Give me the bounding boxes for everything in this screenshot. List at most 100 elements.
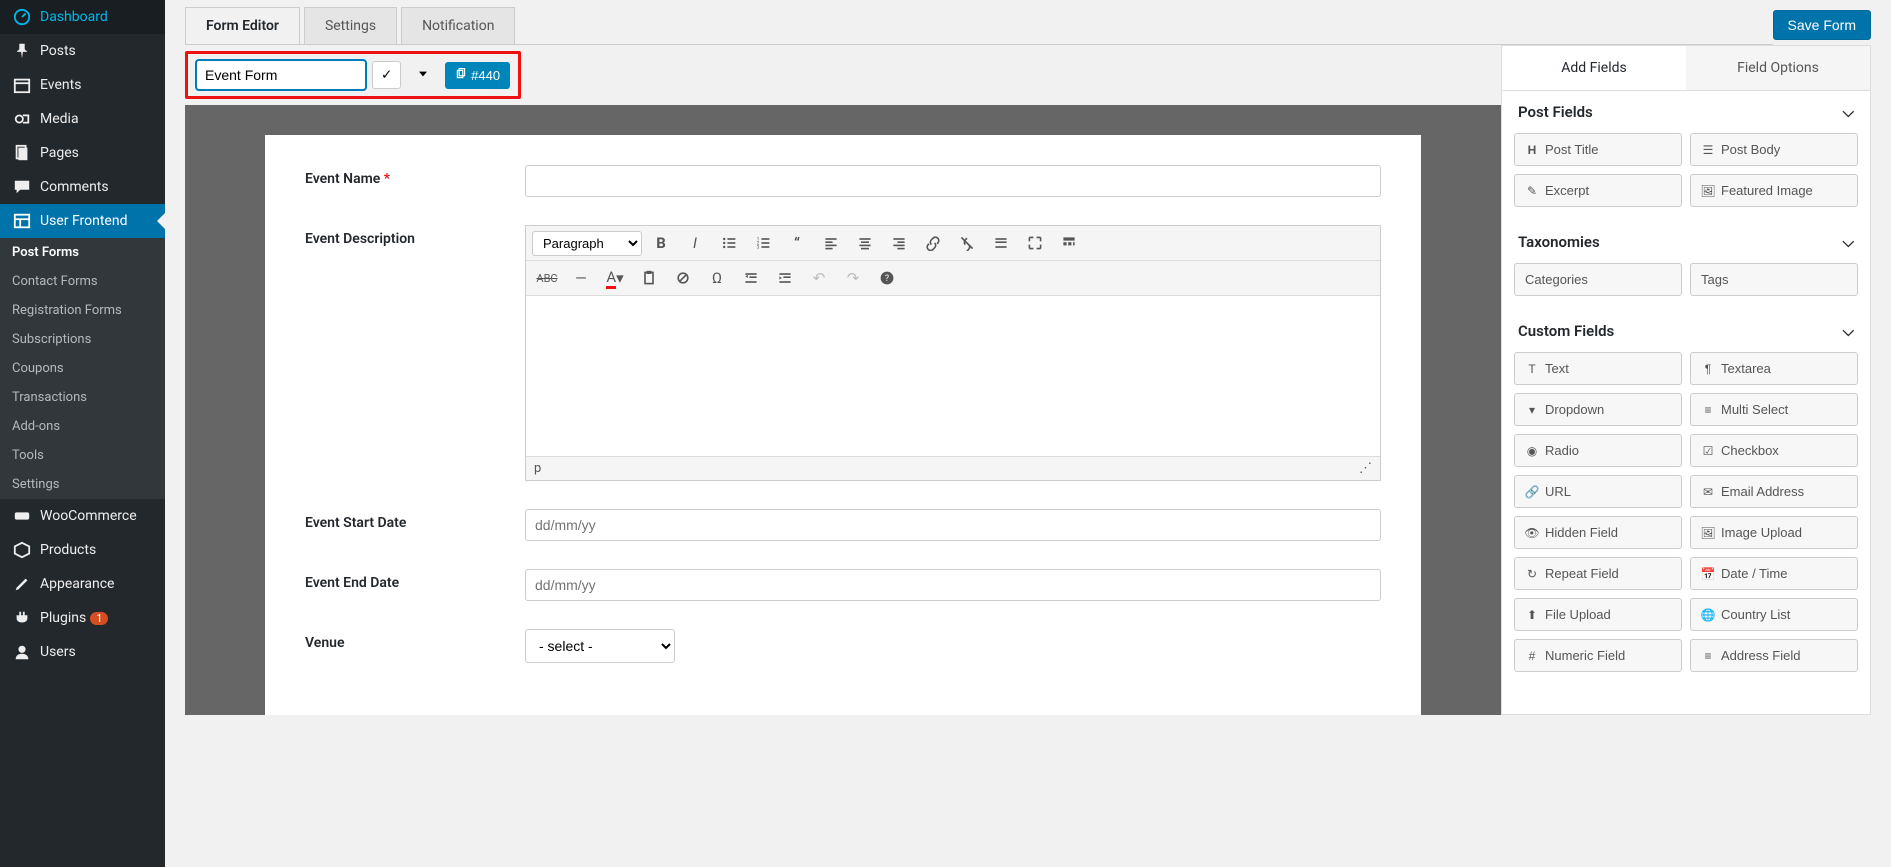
bold-button[interactable]: B xyxy=(646,230,676,256)
section-post-fields[interactable]: Post Fields⌵ xyxy=(1502,91,1870,133)
field-radio[interactable]: ◉Radio xyxy=(1514,434,1682,467)
submenu-coupons[interactable]: Coupons xyxy=(0,354,165,383)
italic-button[interactable]: I xyxy=(680,230,710,256)
input-event-name[interactable] xyxy=(525,165,1381,197)
form-id-badge[interactable]: #440 xyxy=(445,62,510,89)
sidebar-item-users[interactable]: Users xyxy=(0,635,165,669)
svg-text:3: 3 xyxy=(757,245,760,251)
save-form-button[interactable]: Save Form xyxy=(1773,10,1871,40)
title-confirm-button[interactable]: ✓ xyxy=(372,61,401,89)
image-icon: 🖼 xyxy=(1701,184,1715,198)
excerpt-icon: ✎ xyxy=(1525,184,1539,198)
submenu-settings[interactable]: Settings xyxy=(0,470,165,499)
label-event-description: Event Description xyxy=(305,225,525,481)
canvas-scroll[interactable]: Event Name * Event Description Paragraph… xyxy=(185,105,1501,715)
field-hidden[interactable]: 👁Hidden Field xyxy=(1514,516,1682,549)
tab-settings[interactable]: Settings xyxy=(304,7,397,44)
special-char-button[interactable]: Ω xyxy=(702,265,732,291)
blockquote-button[interactable]: “ xyxy=(782,230,812,256)
submenu-contact-forms[interactable]: Contact Forms xyxy=(0,267,165,296)
submenu-transactions[interactable]: Transactions xyxy=(0,383,165,412)
horizontal-rule-button[interactable]: — xyxy=(566,265,596,291)
link-button[interactable] xyxy=(918,230,948,256)
field-post-title[interactable]: HPost Title xyxy=(1514,133,1682,166)
woo-icon xyxy=(12,507,32,525)
help-button[interactable]: ? xyxy=(872,265,902,291)
sidebar-item-media[interactable]: Media xyxy=(0,102,165,136)
sidebar-item-events[interactable]: Events xyxy=(0,68,165,102)
field-checkbox[interactable]: ☑Checkbox xyxy=(1690,434,1858,467)
sidebar-item-comments[interactable]: Comments xyxy=(0,170,165,204)
insert-more-button[interactable] xyxy=(986,230,1016,256)
field-email[interactable]: ✉Email Address xyxy=(1690,475,1858,508)
section-custom-fields[interactable]: Custom Fields⌵ xyxy=(1502,310,1870,352)
select-venue[interactable]: - select - xyxy=(525,629,675,663)
bullet-list-button[interactable] xyxy=(714,230,744,256)
field-featured-image[interactable]: 🖼Featured Image xyxy=(1690,174,1858,207)
unlink-button[interactable] xyxy=(952,230,982,256)
rte-content[interactable] xyxy=(526,296,1380,456)
panel-tab-add-fields[interactable]: Add Fields xyxy=(1502,46,1686,90)
label: Plugins xyxy=(40,610,86,626)
sidebar-item-woocommerce[interactable]: WooCommerce xyxy=(0,499,165,533)
field-tags[interactable]: Tags xyxy=(1690,263,1858,296)
field-text[interactable]: TText xyxy=(1514,352,1682,385)
tab-notification[interactable]: Notification xyxy=(401,7,515,44)
clear-formatting-button[interactable] xyxy=(668,265,698,291)
outdent-button[interactable] xyxy=(736,265,766,291)
dropdown-icon: ▾ xyxy=(1525,403,1539,417)
submenu-registration-forms[interactable]: Registration Forms xyxy=(0,296,165,325)
submenu-subscriptions[interactable]: Subscriptions xyxy=(0,325,165,354)
field-multiselect[interactable]: ≡Multi Select xyxy=(1690,393,1858,426)
field-address[interactable]: ≡Address Field xyxy=(1690,639,1858,672)
undo-button[interactable]: ↶ xyxy=(804,265,834,291)
rte-path: p xyxy=(534,461,541,476)
field-categories[interactable]: Categories xyxy=(1514,263,1682,296)
field-country[interactable]: 🌐Country List xyxy=(1690,598,1858,631)
submenu-tools[interactable]: Tools xyxy=(0,441,165,470)
text-color-button[interactable]: A ▾ xyxy=(600,265,630,291)
panel-tab-field-options[interactable]: Field Options xyxy=(1686,46,1870,90)
sidebar-item-products[interactable]: Products xyxy=(0,533,165,567)
sidebar-item-dashboard[interactable]: Dashboard xyxy=(0,0,165,34)
chevron-down-icon: ⌵ xyxy=(1843,322,1854,340)
sidebar-item-pages[interactable]: Pages xyxy=(0,136,165,170)
numbered-list-button[interactable]: 123 xyxy=(748,230,778,256)
field-file-upload[interactable]: ⬆File Upload xyxy=(1514,598,1682,631)
title-dropdown-button[interactable] xyxy=(407,61,439,90)
field-numeric[interactable]: #Numeric Field xyxy=(1514,639,1682,672)
sidebar-item-user-frontend[interactable]: User Frontend xyxy=(0,204,165,238)
input-start-date[interactable] xyxy=(525,509,1381,541)
submenu-post-forms[interactable]: Post Forms xyxy=(0,238,165,267)
paste-button[interactable] xyxy=(634,265,664,291)
rte-format-select[interactable]: Paragraph xyxy=(532,231,642,256)
align-center-button[interactable] xyxy=(850,230,880,256)
sidebar-item-appearance[interactable]: Appearance xyxy=(0,567,165,601)
check-icon: ✓ xyxy=(381,67,392,82)
fullscreen-button[interactable] xyxy=(1020,230,1050,256)
toolbar-toggle-button[interactable] xyxy=(1054,230,1084,256)
field-url[interactable]: 🔗URL xyxy=(1514,475,1682,508)
field-repeat[interactable]: ↻Repeat Field xyxy=(1514,557,1682,590)
resize-handle[interactable]: ⋰ xyxy=(1359,461,1372,476)
redo-button[interactable]: ↷ xyxy=(838,265,868,291)
field-datetime[interactable]: 📅Date / Time xyxy=(1690,557,1858,590)
submenu-addons[interactable]: Add-ons xyxy=(0,412,165,441)
field-image-upload[interactable]: 🖼Image Upload xyxy=(1690,516,1858,549)
align-right-button[interactable] xyxy=(884,230,914,256)
field-textarea[interactable]: ¶Textarea xyxy=(1690,352,1858,385)
tab-form-editor[interactable]: Form Editor xyxy=(185,7,300,44)
field-excerpt[interactable]: ✎Excerpt xyxy=(1514,174,1682,207)
form-title-bar: ✓ #440 xyxy=(185,51,521,99)
label: Dashboard xyxy=(40,9,108,25)
sidebar-item-posts[interactable]: Posts xyxy=(0,34,165,68)
sidebar-item-plugins[interactable]: Plugins1 xyxy=(0,601,165,635)
section-taxonomies[interactable]: Taxonomies⌵ xyxy=(1502,221,1870,263)
align-left-button[interactable] xyxy=(816,230,846,256)
indent-button[interactable] xyxy=(770,265,800,291)
strikethrough-button[interactable]: ABC xyxy=(532,265,562,291)
form-title-input[interactable] xyxy=(196,60,366,90)
field-dropdown[interactable]: ▾Dropdown xyxy=(1514,393,1682,426)
field-post-body[interactable]: ☰Post Body xyxy=(1690,133,1858,166)
input-end-date[interactable] xyxy=(525,569,1381,601)
